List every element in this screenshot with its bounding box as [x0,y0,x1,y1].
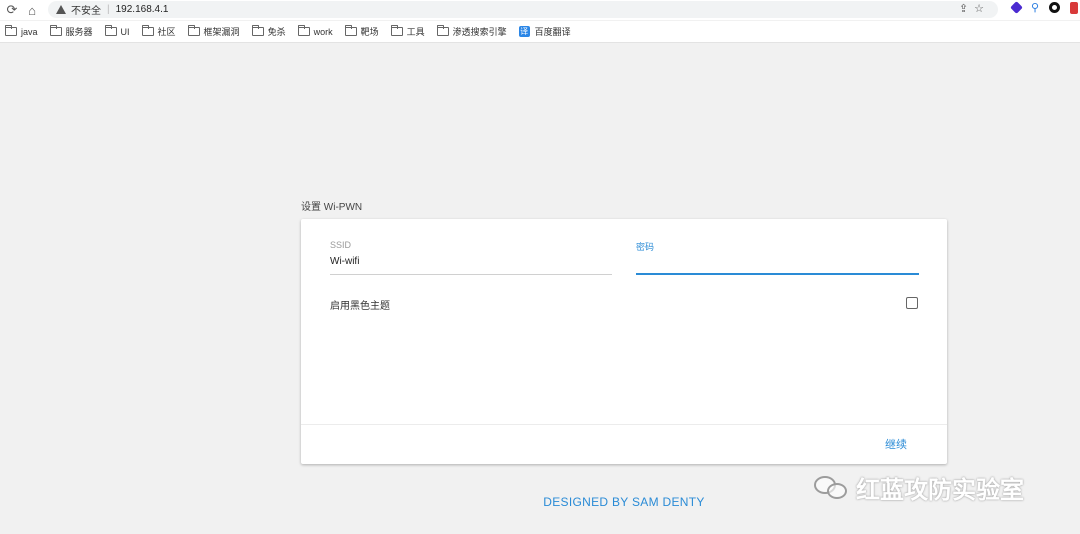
extension-icons: ⚲ [1010,1,1080,14]
continue-button[interactable]: 继续 [885,436,907,452]
folder-icon [104,25,117,36]
omnibox-divider: | [107,4,110,15]
bookmark-label: 百度翻译 [534,27,571,37]
bookmark-label: 框架漏洞 [203,27,240,37]
folder-icon [49,25,62,36]
translate-icon: 译 [518,26,530,37]
ssid-input[interactable]: Wi-wifi [330,256,612,270]
setup-card: SSID Wi-wifi 密码 启用黑色主题 继续 [301,219,947,464]
bookmark-folder[interactable]: 社区 [141,25,176,38]
dark-theme-label: 启用黑色主题 [330,301,390,312]
password-input[interactable] [636,259,919,273]
extension-red-icon[interactable] [1070,1,1078,14]
bookmark-baidu-translate[interactable]: 译 百度翻译 [518,25,571,38]
ssid-field[interactable]: SSID Wi-wifi [330,240,612,276]
ssid-label: SSID [330,240,352,250]
bookmark-label: 服务器 [65,27,93,37]
folder-icon [390,25,403,36]
warning-icon [56,5,66,14]
folder-icon [344,25,357,36]
star-icon[interactable]: ☆ [974,2,984,15]
share-icon[interactable]: ⇪ [959,2,968,15]
extension-pin-icon[interactable]: ⚲ [1031,1,1039,14]
watermark: 红蓝攻防实验室 [814,470,1024,505]
bookmark-folder[interactable]: 渗透搜索引擎 [436,25,507,38]
bookmark-folder[interactable]: work [297,25,333,37]
bookmark-folder[interactable]: 工具 [390,25,425,38]
address-bar[interactable]: 不安全 | 192.168.4.1 [48,1,998,18]
bookmark-label: UI [120,26,130,37]
bookmark-label: 免杀 [267,27,286,37]
folder-icon [297,25,310,36]
bookmark-label: java [21,26,38,37]
folder-icon [436,25,449,36]
bookmark-folder[interactable]: 免杀 [251,25,286,38]
bookmark-label: work [313,26,333,37]
card-divider [301,424,947,425]
password-field[interactable]: 密码 [636,240,919,276]
folder-icon [141,25,154,36]
extension-purple-icon[interactable] [1010,1,1023,14]
bookmark-folder[interactable]: 靶场 [344,25,379,38]
bookmarks-bar: java 服务器 UI 社区 框架漏洞 免杀 work 靶场 工具 渗透搜索引擎… [0,21,1080,43]
bookmark-folder[interactable]: 服务器 [49,25,93,38]
wechat-logo-icon [814,474,850,502]
page-title: 设置 Wi-PWN [301,202,363,213]
password-label: 密码 [636,242,655,252]
folder-icon [187,25,200,36]
watermark-text: 红蓝攻防实验室 [856,477,1024,504]
omnibox-actions: ⇪ ☆ [959,2,984,15]
bookmark-label: 社区 [157,27,176,37]
security-label: 不安全 [71,6,101,17]
folder-icon [251,25,264,36]
reload-icon[interactable]: ⟳ [2,1,22,19]
extension-circle-icon[interactable] [1049,2,1060,13]
browser-toolbar: ⟳ ⌂ 不安全 | 192.168.4.1 ⇪ ☆ ⚲ [0,0,1080,20]
dark-theme-checkbox[interactable] [906,297,918,309]
password-underline [636,273,919,275]
bookmark-label: 靶场 [360,27,379,37]
home-icon[interactable]: ⌂ [22,1,42,19]
ssid-underline [330,274,612,275]
bookmark-folder[interactable]: java [5,25,38,37]
url-text[interactable]: 192.168.4.1 [116,4,169,15]
bookmark-label: 渗透搜索引擎 [452,27,507,37]
bookmark-label: 工具 [406,27,425,37]
bookmark-folder[interactable]: UI [104,25,130,37]
folder-icon [5,25,17,36]
bookmark-folder[interactable]: 框架漏洞 [187,25,240,38]
